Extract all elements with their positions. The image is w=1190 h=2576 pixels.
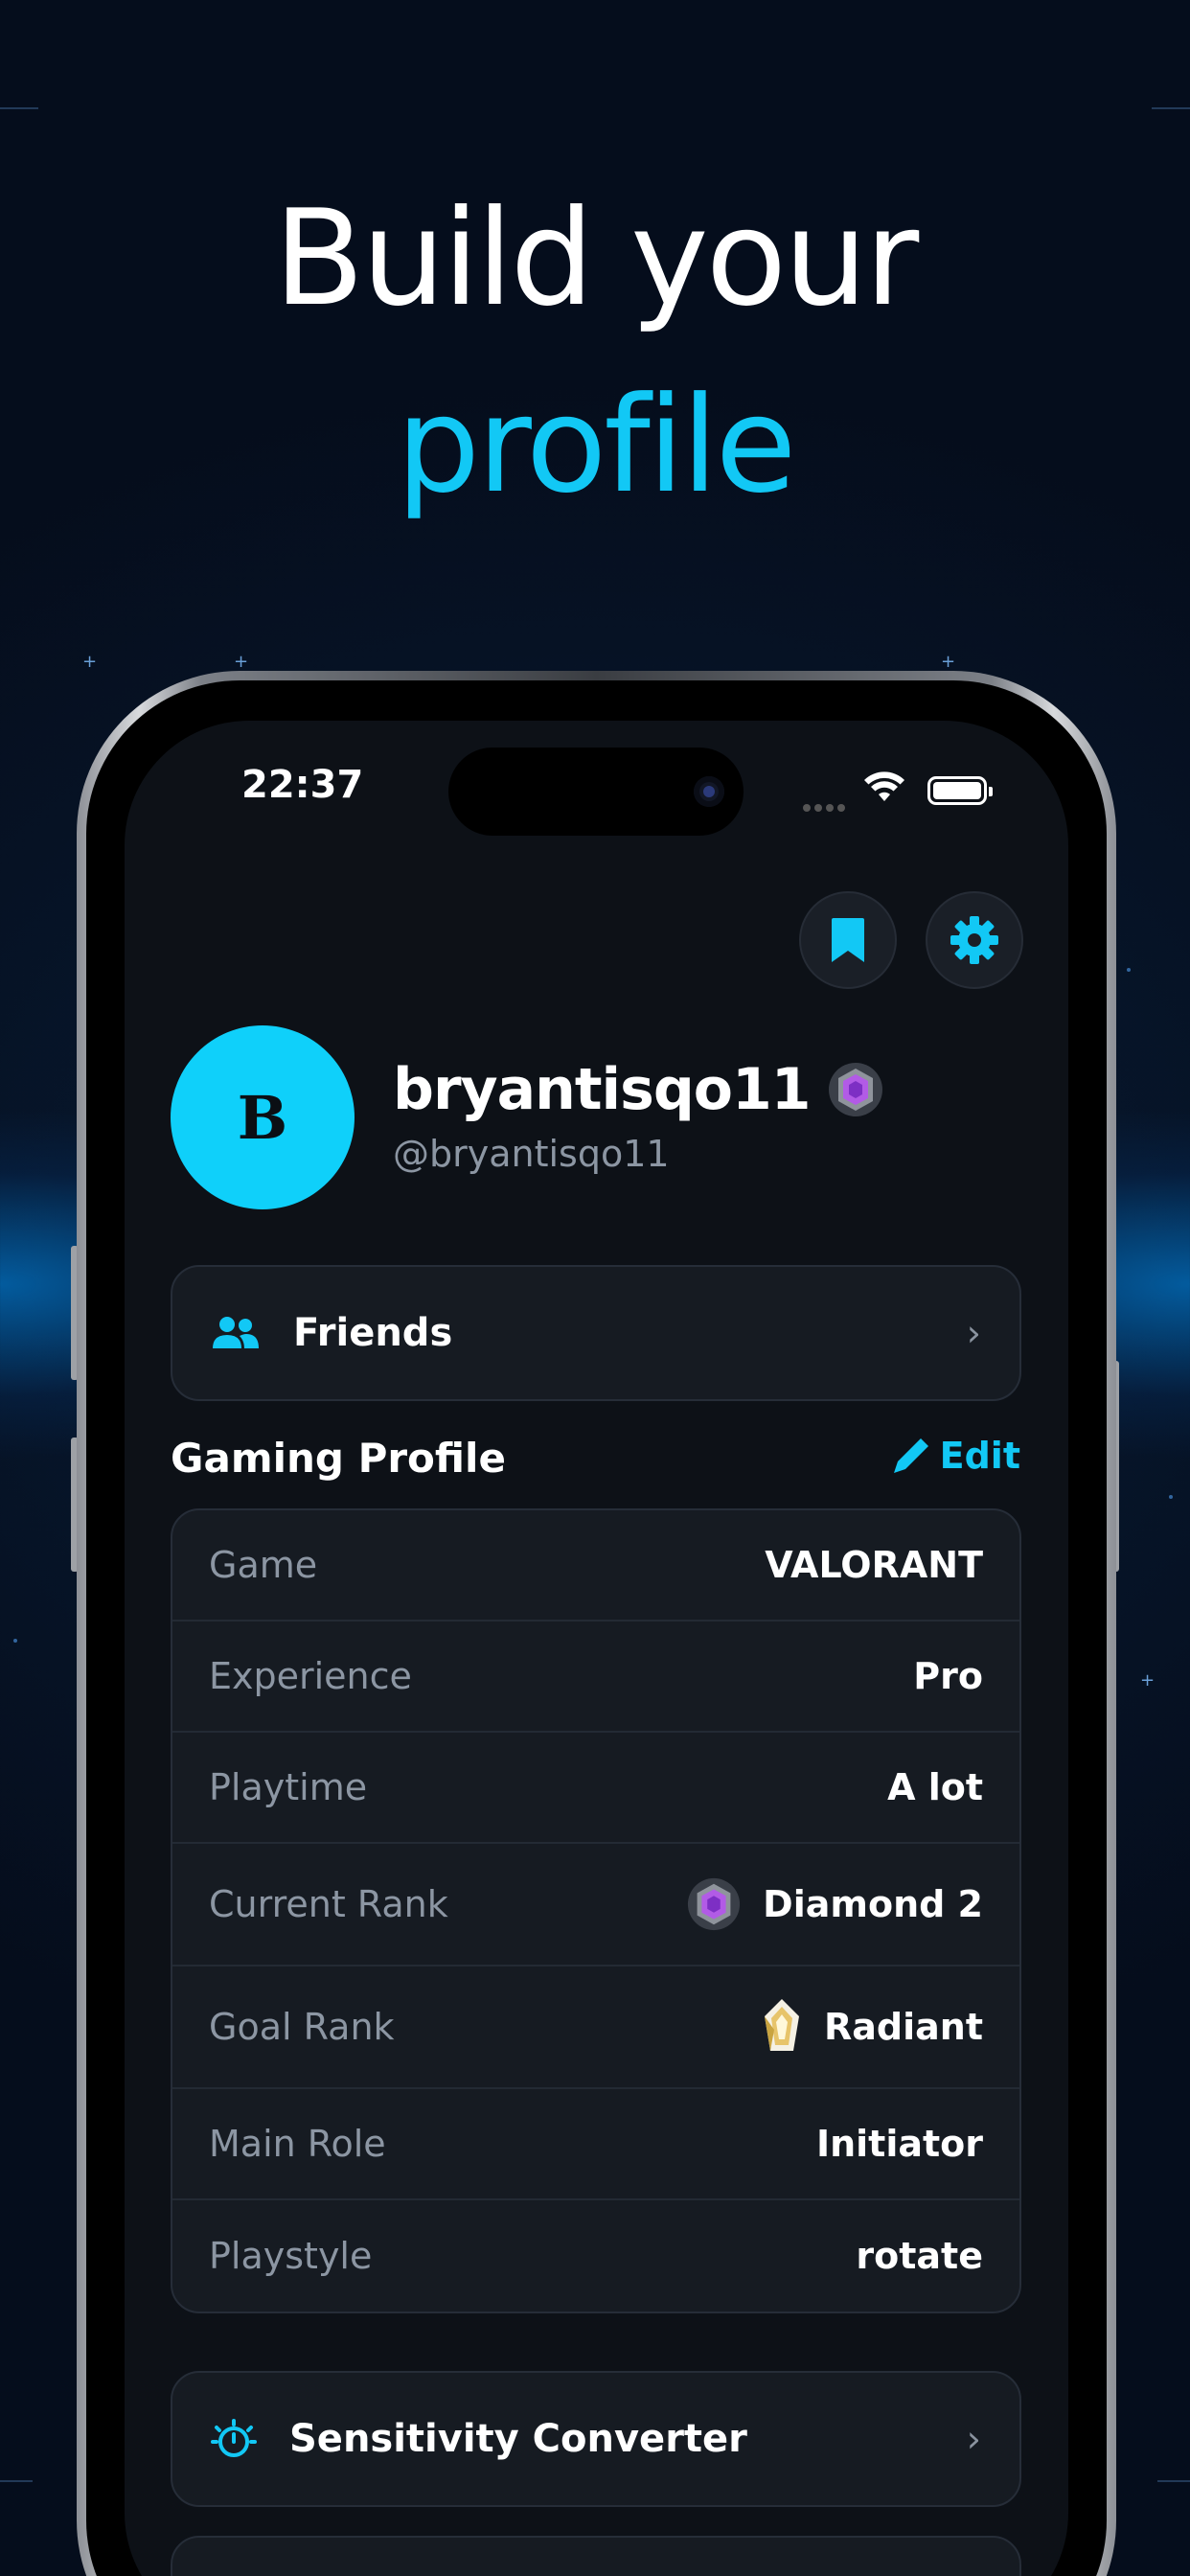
edit-label: Edit [939, 1435, 1020, 1477]
pencil-icon [893, 1438, 928, 1473]
row-key: Playstyle [209, 2235, 373, 2277]
row-key: Current Rank [209, 1883, 448, 1925]
camera-icon [694, 776, 724, 807]
decor-line [1157, 2480, 1190, 2482]
wifi-icon [864, 771, 904, 801]
row-value-with-icon: Radiant [761, 1997, 983, 2057]
settings-button[interactable] [926, 891, 1023, 989]
row-key: Goal Rank [209, 2006, 395, 2048]
sparkle-icon: + [941, 652, 956, 672]
row-value: A lot [887, 1766, 983, 1808]
bookmark-icon [832, 918, 864, 962]
friends-icon [213, 1317, 259, 1348]
table-row: Experience Pro [172, 1622, 1019, 1733]
table-row: Main Role Initiator [172, 2089, 1019, 2200]
status-bar: 22:37 [125, 721, 1068, 836]
row-value: Diamond 2 [763, 1883, 983, 1925]
row-key: Experience [209, 1655, 412, 1697]
row-key: Main Role [209, 2123, 386, 2165]
avatar[interactable]: B [171, 1025, 355, 1209]
decor-line [1152, 107, 1190, 109]
dynamic-island [448, 748, 744, 836]
friends-label: Friends [293, 1311, 453, 1355]
row-value: Radiant [824, 2006, 983, 2048]
next-row-card[interactable] [171, 2536, 1021, 2576]
row-value: VALORANT [765, 1544, 983, 1586]
row-value: rotate [856, 2235, 983, 2277]
friends-row[interactable]: Friends › [171, 1265, 1021, 1401]
edit-button[interactable]: Edit [890, 1435, 1020, 1477]
decor-line [0, 107, 38, 109]
gaming-profile-title: Gaming Profile [171, 1435, 506, 1482]
decor-dot [1127, 968, 1131, 972]
phone-screen: 22:37 B bryantisqo11 @bryantisqo11 Frien… [125, 721, 1068, 2576]
diamond-rank-icon [829, 1063, 883, 1116]
hero-line-2: profile [396, 368, 797, 522]
gaming-profile-table: Game VALORANT Experience Pro Playtime A … [171, 1508, 1021, 2313]
row-key: Game [209, 1544, 318, 1586]
row-value-with-icon: Diamond 2 [686, 1876, 983, 1932]
hero-line-1: Build your [273, 181, 920, 335]
row-key: Playtime [209, 1766, 368, 1808]
radiant-rank-icon [765, 1999, 799, 2051]
decor-line [0, 2480, 33, 2482]
diamond-rank-icon [688, 1877, 741, 1931]
table-row: Game VALORANT [172, 1510, 1019, 1622]
timer-icon [211, 2419, 257, 2457]
sensitivity-converter-label: Sensitivity Converter [289, 2417, 747, 2461]
battery-icon [927, 776, 993, 805]
row-value: Initiator [815, 2123, 983, 2165]
table-row: Goal Rank Radiant [172, 1966, 1019, 2089]
sparkle-icon: + [1140, 1670, 1156, 1690]
chevron-right-icon: › [966, 1312, 981, 1354]
chevron-right-icon: › [966, 2418, 981, 2460]
status-time: 22:37 [241, 763, 364, 807]
table-row: Current Rank Diamond 2 [172, 1844, 1019, 1966]
row-value: Pro [913, 1655, 983, 1697]
table-row: Playstyle rotate [172, 2200, 1019, 2312]
bookmark-button[interactable] [799, 891, 897, 989]
profile-handle: @bryantisqo11 [393, 1133, 670, 1175]
table-row: Playtime A lot [172, 1733, 1019, 1844]
decor-dot [13, 1639, 17, 1643]
decor-dot [1169, 1495, 1173, 1499]
gear-icon [950, 916, 998, 964]
username-text: bryantisqo11 [393, 1056, 811, 1123]
sparkle-icon: + [82, 652, 98, 672]
sensitivity-converter-row[interactable]: Sensitivity Converter › [171, 2371, 1021, 2507]
sparkle-icon: + [234, 652, 249, 672]
profile-username: bryantisqo11 [393, 1056, 884, 1123]
cellular-signal-icon [803, 797, 853, 812]
